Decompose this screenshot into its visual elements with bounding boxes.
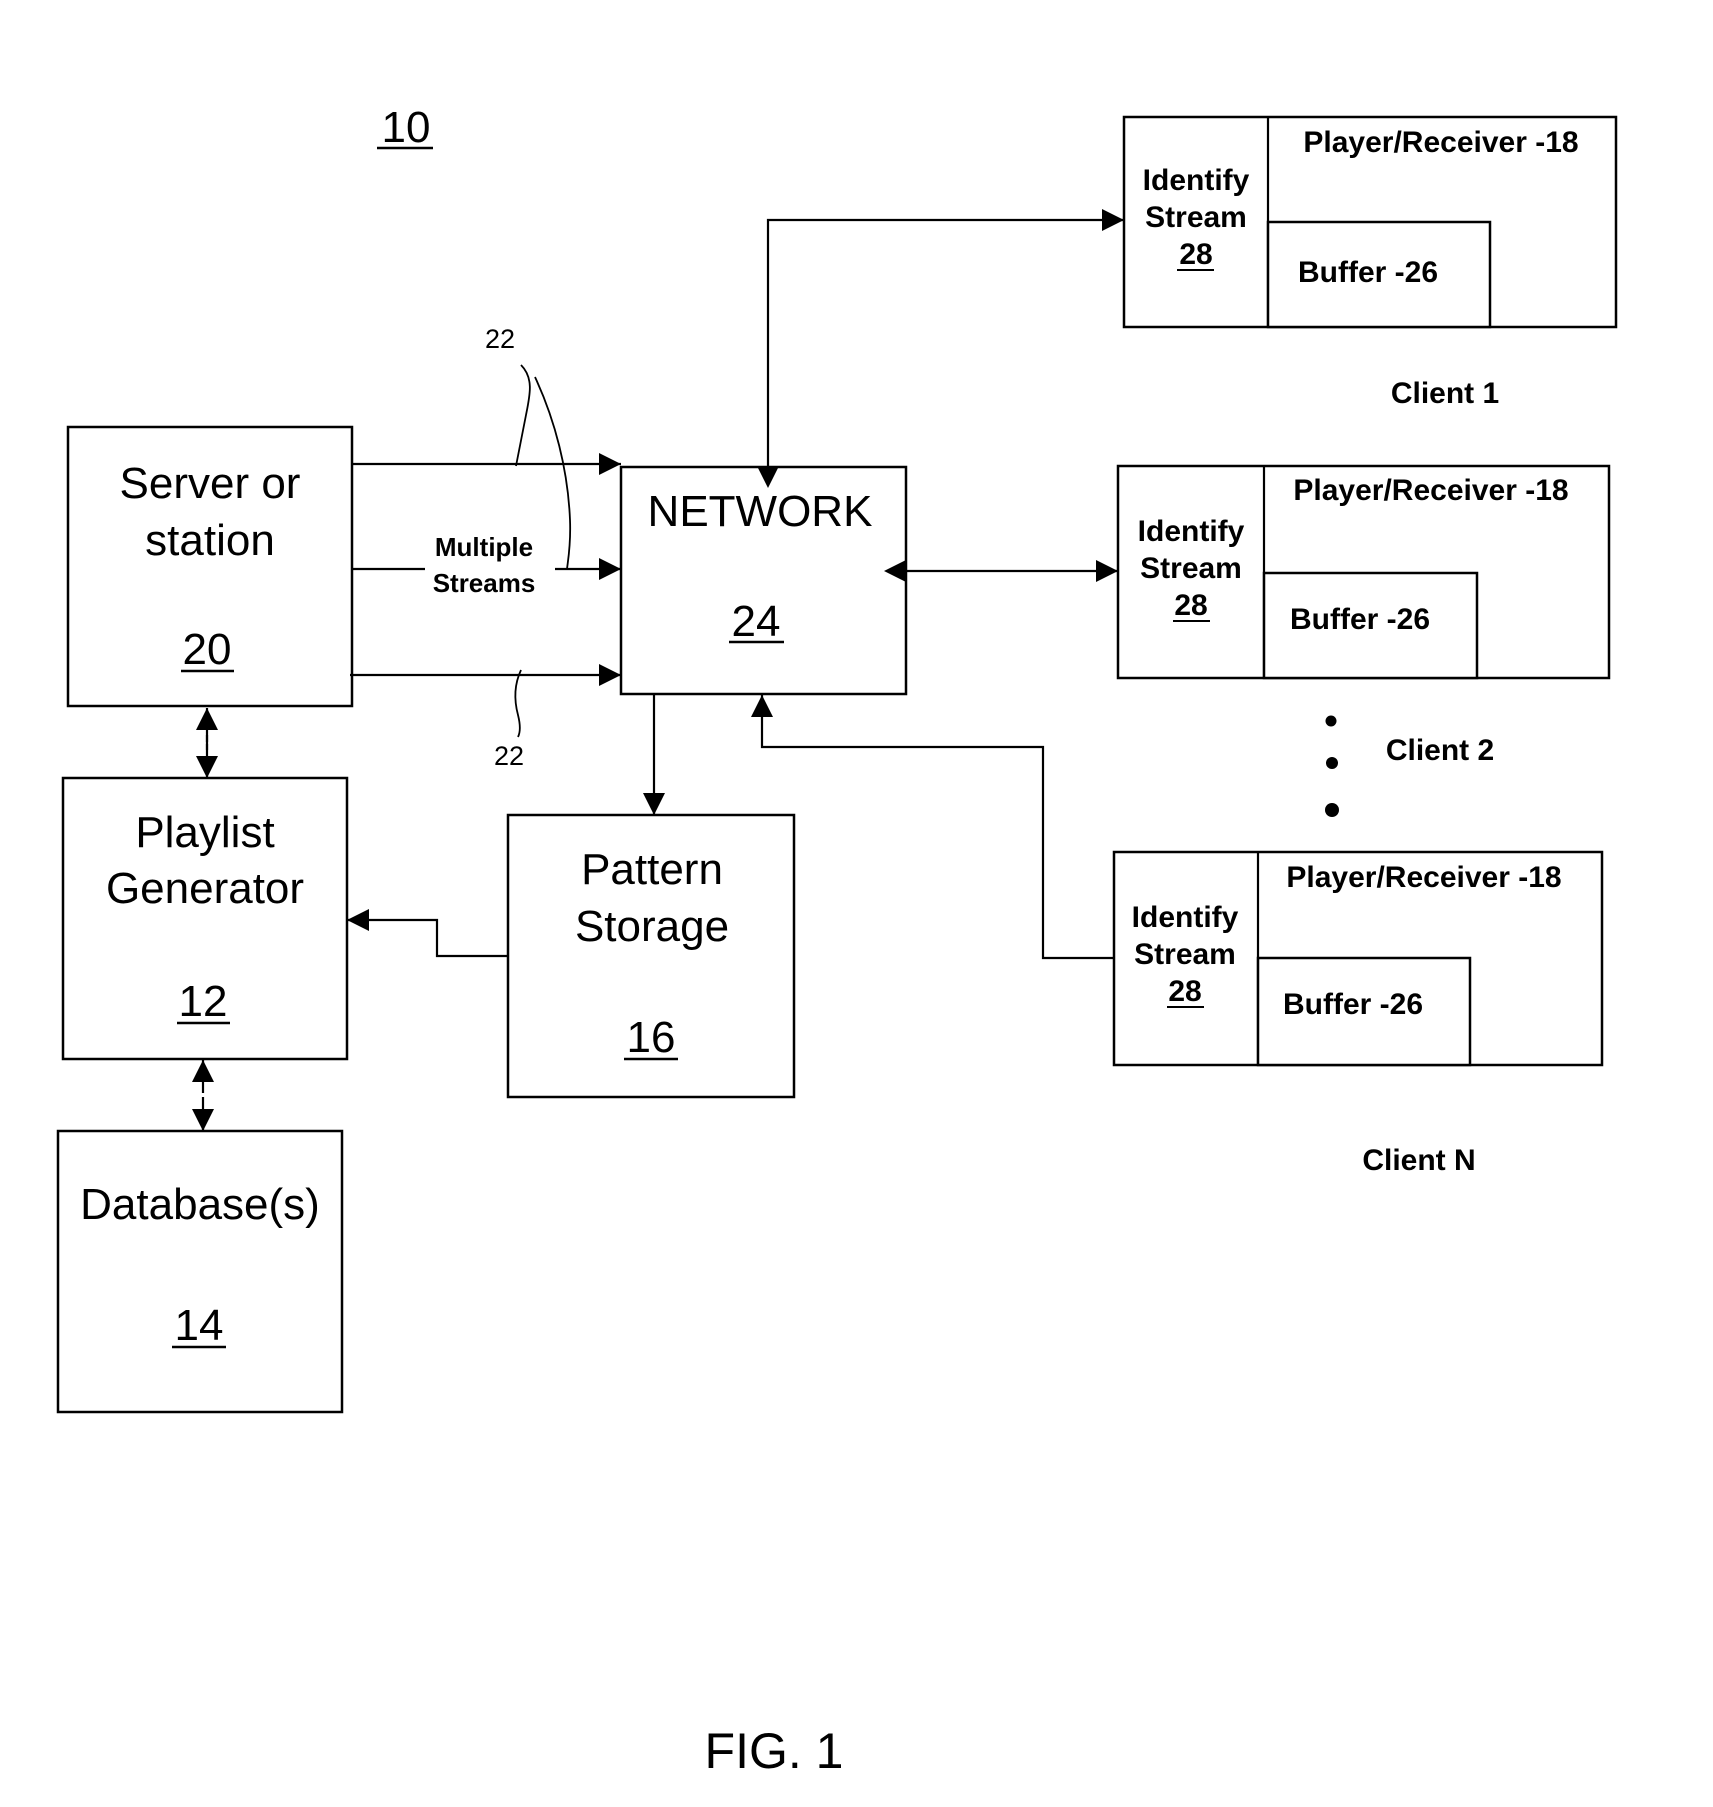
client-1-identify-line2: Stream xyxy=(1145,201,1247,234)
database-label: Database(s) xyxy=(80,1180,320,1229)
database-ref: 14 xyxy=(175,1301,224,1350)
system-diagram: 10 Server or station 20 NETWORK 24 Playl… xyxy=(56,103,1618,1779)
multiple-streams-label-line2: Streams xyxy=(433,568,536,598)
stream-ref-bottom: 22 xyxy=(494,741,524,771)
network-label: NETWORK xyxy=(648,487,873,536)
database-block: Database(s) 14 xyxy=(56,1129,344,1414)
network-ref: 24 xyxy=(732,597,781,646)
playlist-label-line2: Generator xyxy=(106,864,304,913)
client-2: Identify Stream 28 Player/Receiver -18 B… xyxy=(1116,464,1611,767)
client-n-player-label: Player/Receiver -18 xyxy=(1286,861,1561,894)
network-block: NETWORK 24 xyxy=(619,465,908,696)
client-n-identify-line2: Stream xyxy=(1134,938,1236,971)
client-2-name: Client 2 xyxy=(1386,734,1494,767)
client-1-player-label: Player/Receiver -18 xyxy=(1303,126,1578,159)
playlist-label-line1: Playlist xyxy=(135,808,274,857)
playlist-generator-block: Playlist Generator 12 xyxy=(61,776,349,1061)
database-box xyxy=(56,1129,344,1414)
client-1-identify-line1: Identify xyxy=(1143,164,1250,197)
ellipsis-dot-3 xyxy=(1325,803,1339,817)
pattern-label-line2: Storage xyxy=(575,902,729,951)
server-label-line2: station xyxy=(145,516,275,565)
ellipsis-dot-1 xyxy=(1325,715,1337,727)
client-n-name: Client N xyxy=(1362,1144,1475,1177)
figure-reference-number: 10 xyxy=(382,103,431,152)
client-2-buffer-label: Buffer -26 xyxy=(1290,603,1430,636)
client-n-buffer-label: Buffer -26 xyxy=(1283,988,1423,1021)
pattern-ref: 16 xyxy=(627,1013,676,1062)
figure-reference: 10 xyxy=(377,103,433,152)
client-1-identify-ref: 28 xyxy=(1179,238,1212,271)
figure-caption: FIG. 1 xyxy=(705,1723,844,1779)
server-ref: 20 xyxy=(183,625,232,674)
client-1: Identify Stream 28 Player/Receiver -18 B… xyxy=(1122,115,1618,410)
continuation-dots xyxy=(1325,715,1339,817)
client-2-player-label: Player/Receiver -18 xyxy=(1293,474,1568,507)
pattern-label-line1: Pattern xyxy=(581,845,723,894)
multiple-streams-label-line1: Multiple xyxy=(435,532,533,562)
ellipsis-dot-2 xyxy=(1326,757,1338,769)
server-label-line1: Server or xyxy=(120,459,301,508)
client-2-identify-ref: 28 xyxy=(1174,589,1207,622)
network-clientN-arrow xyxy=(751,695,1136,969)
stream-leader-top-1 xyxy=(515,364,531,467)
pattern-storage-block: Pattern Storage 16 xyxy=(506,813,796,1099)
client-2-identify-line2: Stream xyxy=(1140,552,1242,585)
client-2-identify-line1: Identify xyxy=(1138,515,1245,548)
client-1-buffer-label: Buffer -26 xyxy=(1298,256,1438,289)
client-n-identify-ref: 28 xyxy=(1168,975,1201,1008)
client-n: Identify Stream 28 Player/Receiver -18 B… xyxy=(1112,850,1604,1177)
network-client1-arrow xyxy=(757,209,1124,488)
server-block: Server or station 20 xyxy=(66,425,354,708)
stream-leader-bottom xyxy=(514,669,522,738)
pattern-to-playlist-arrow xyxy=(347,909,508,958)
playlist-ref: 12 xyxy=(179,977,228,1026)
client-1-name: Client 1 xyxy=(1391,377,1499,410)
stream-leader-top-2 xyxy=(534,376,572,570)
stream-ref-top: 22 xyxy=(485,324,515,354)
stream-connectors: Multiple Streams 22 22 xyxy=(350,324,621,771)
client-n-identify-line1: Identify xyxy=(1132,901,1239,934)
